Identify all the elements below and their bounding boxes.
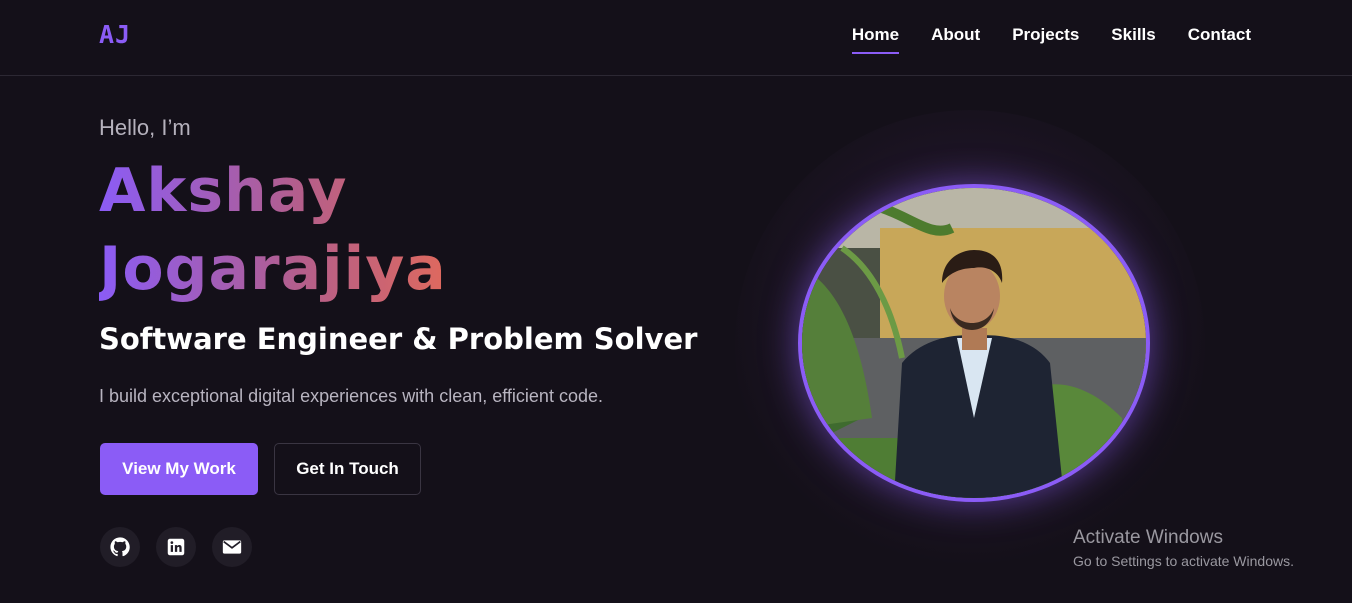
- hero-role: Software Engineer & Problem Solver: [99, 322, 698, 356]
- github-link[interactable]: [100, 527, 140, 567]
- get-in-touch-button[interactable]: Get In Touch: [274, 443, 421, 495]
- nav-about[interactable]: About: [931, 25, 980, 51]
- github-icon: [110, 537, 130, 557]
- email-link[interactable]: [212, 527, 252, 567]
- site-header: AJ Home About Projects Skills Contact: [0, 0, 1352, 76]
- watermark-subtitle: Go to Settings to activate Windows.: [1073, 553, 1294, 569]
- main-nav: Home About Projects Skills Contact: [851, 25, 1251, 54]
- brand-logo[interactable]: AJ: [99, 20, 131, 49]
- social-links: [100, 527, 252, 567]
- hero-first-name: Akshay: [99, 156, 348, 226]
- nav-skills[interactable]: Skills: [1111, 25, 1155, 51]
- mail-icon: [222, 540, 242, 554]
- hero-last-name: Jogarajiya: [99, 234, 447, 304]
- nav-contact[interactable]: Contact: [1188, 25, 1251, 51]
- nav-home[interactable]: Home: [851, 25, 900, 54]
- windows-activation-watermark: Activate Windows Go to Settings to activ…: [1073, 527, 1294, 569]
- linkedin-link[interactable]: [156, 527, 196, 567]
- hero-description: I build exceptional digital experiences …: [99, 386, 603, 406]
- profile-photo: [798, 184, 1150, 502]
- hero-name: Akshay Jogarajiya: [99, 152, 459, 308]
- linkedin-icon: [167, 538, 185, 556]
- nav-projects[interactable]: Projects: [1012, 25, 1079, 51]
- hero-greeting: Hello, I’m: [99, 115, 191, 140]
- watermark-title: Activate Windows: [1073, 527, 1223, 548]
- view-my-work-button[interactable]: View My Work: [100, 443, 258, 495]
